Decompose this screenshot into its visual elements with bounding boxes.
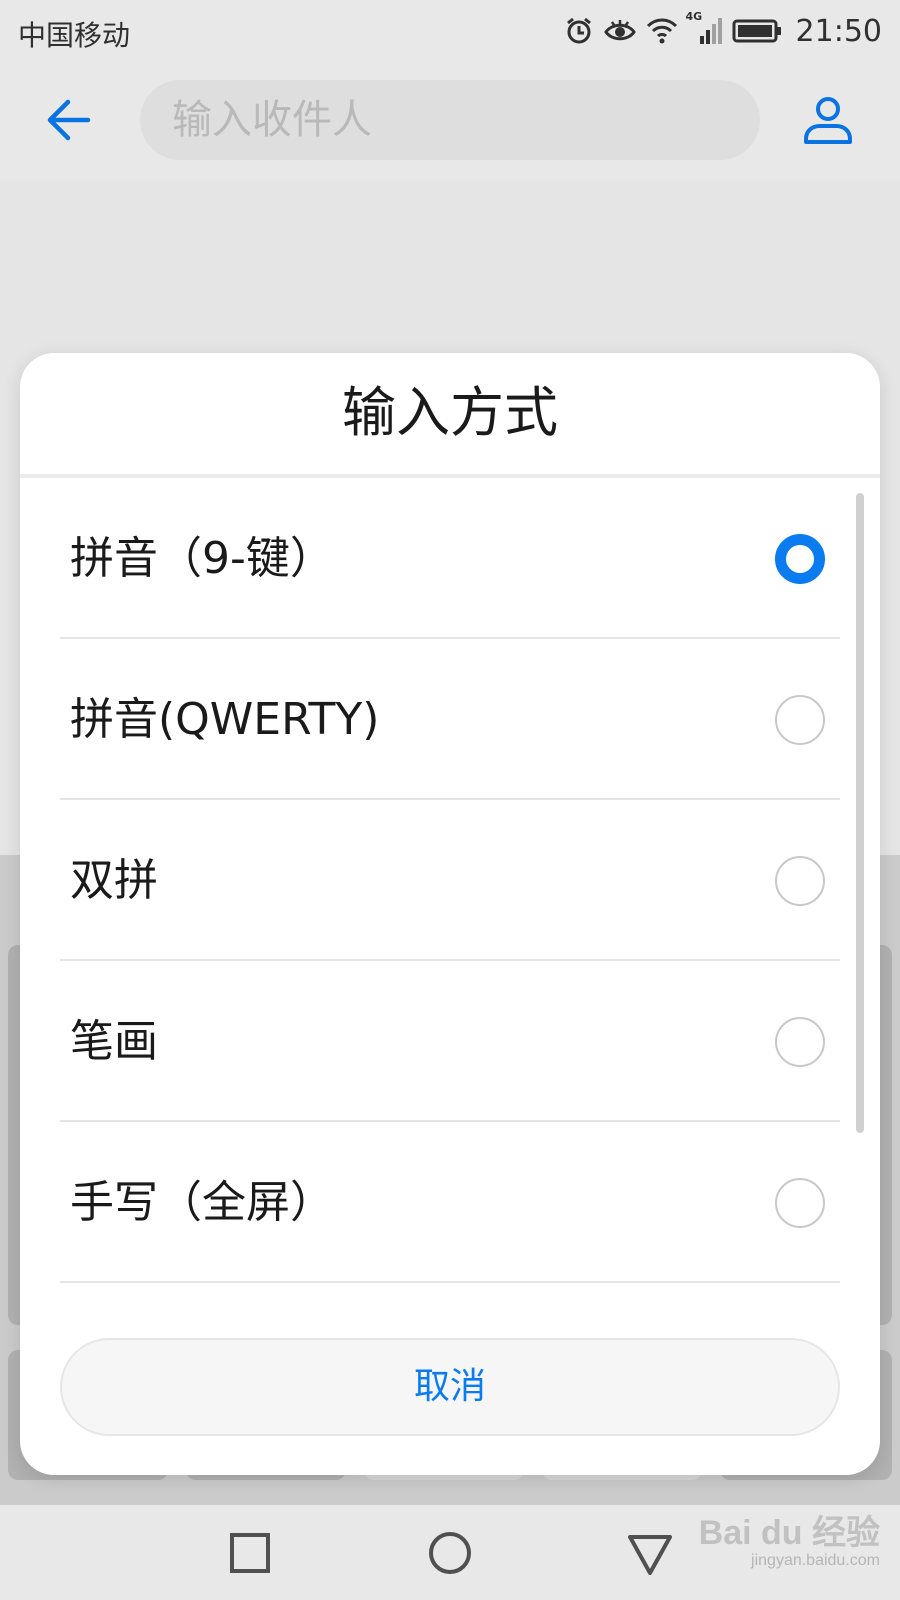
input-method-list: 拼音（9-键） 拼音(QWERTY) 双拼 笔画 手写（全屏） xyxy=(60,478,840,1283)
input-method-option[interactable]: 拼音（9-键） xyxy=(60,478,840,639)
option-label: 笔画 xyxy=(70,1016,158,1067)
watermark-brand: Bai du 经验 xyxy=(698,1514,880,1553)
input-method-option[interactable]: 拼音(QWERTY) xyxy=(60,639,840,800)
radio-button[interactable] xyxy=(775,856,825,906)
input-method-dialog: 输入方式 拼音（9-键） 拼音(QWERTY) 双拼 笔画 手写（全屏） 取消 xyxy=(20,353,880,1475)
input-method-option[interactable]: 双拼 xyxy=(60,800,840,961)
input-method-option[interactable]: 手写（全屏） xyxy=(60,1122,840,1283)
watermark: Bai du 经验 jingyan.baidu.com xyxy=(698,1514,880,1570)
radio-button[interactable] xyxy=(775,1017,825,1067)
watermark-url: jingyan.baidu.com xyxy=(751,1552,880,1570)
cancel-button[interactable]: 取消 xyxy=(60,1338,840,1436)
option-label: 拼音(QWERTY) xyxy=(70,694,380,745)
option-label: 双拼 xyxy=(70,855,158,906)
input-method-option[interactable]: 笔画 xyxy=(60,961,840,1122)
option-label: 手写（全屏） xyxy=(70,1177,334,1228)
radio-button[interactable] xyxy=(775,1178,825,1228)
list-scrollbar[interactable] xyxy=(856,493,864,1133)
radio-button[interactable] xyxy=(775,695,825,745)
option-label: 拼音（9-键） xyxy=(70,533,334,584)
radio-button-selected[interactable] xyxy=(775,534,825,584)
dialog-title: 输入方式 xyxy=(342,381,558,444)
